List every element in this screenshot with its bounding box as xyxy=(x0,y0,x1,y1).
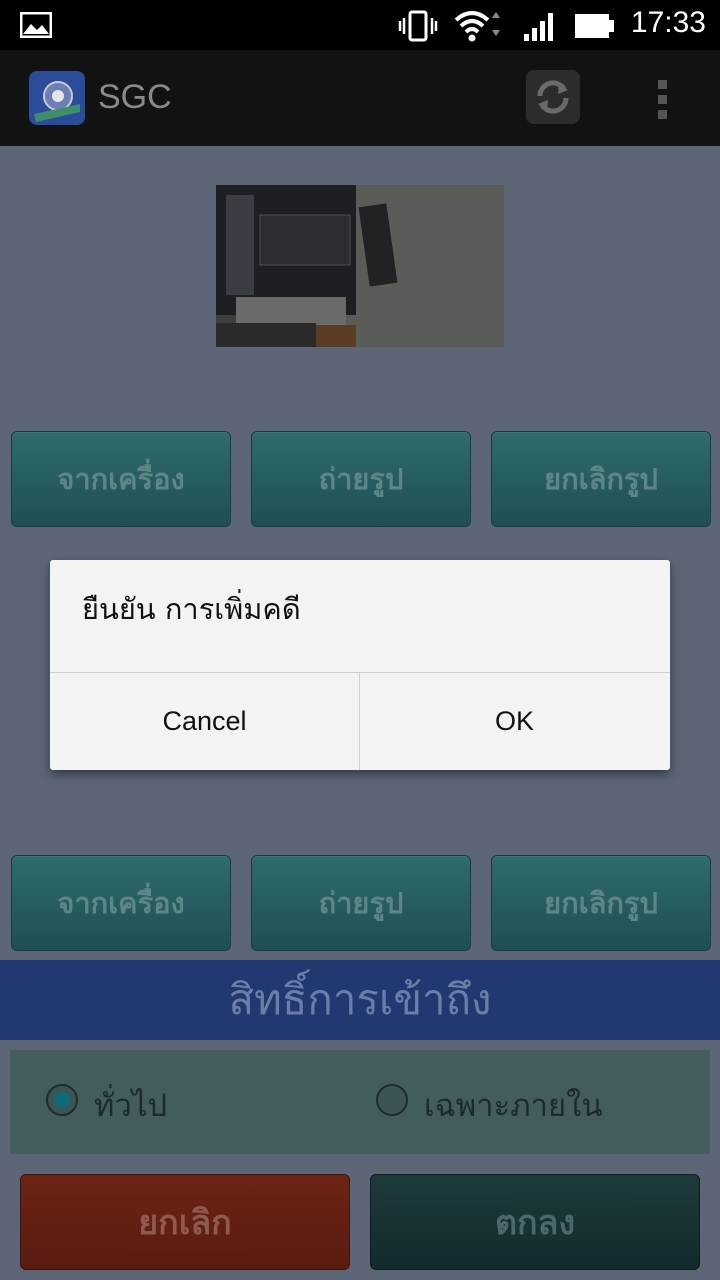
dialog-cancel-button[interactable]: Cancel xyxy=(50,673,359,770)
action-bar: SGC xyxy=(0,50,720,146)
access-radio-group: ทั่วไป เฉพาะภายใน xyxy=(10,1050,710,1154)
take-photo-button[interactable]: ถ่ายรูป xyxy=(251,431,471,527)
refresh-icon xyxy=(537,80,569,114)
radio-selected-dot xyxy=(54,1092,70,1108)
from-device-button[interactable]: จากเครื่อง xyxy=(11,431,231,527)
vibrate-icon xyxy=(398,10,438,42)
wifi-icon xyxy=(454,11,500,42)
radio-general-label[interactable]: ทั่วไป xyxy=(94,1080,167,1130)
app-title: SGC xyxy=(98,78,172,116)
app-logo-icon xyxy=(29,71,85,125)
from-device-button-2[interactable]: จากเครื่อง xyxy=(11,855,231,951)
status-bar: 17:33 xyxy=(0,0,720,50)
radio-internal[interactable] xyxy=(376,1084,408,1116)
take-photo-button-2[interactable]: ถ่ายรูป xyxy=(251,855,471,951)
signal-icon xyxy=(524,13,553,41)
refresh-button[interactable] xyxy=(526,70,580,124)
battery-icon xyxy=(575,14,614,38)
cancel-photo-button-2[interactable]: ยกเลิกรูป xyxy=(491,855,711,951)
radio-general[interactable] xyxy=(46,1084,78,1116)
cancel-button[interactable]: ยกเลิก xyxy=(20,1174,350,1270)
dialog-ok-button[interactable]: OK xyxy=(360,673,669,770)
radio-internal-label[interactable]: เฉพาะภายใน xyxy=(424,1080,603,1130)
photo-buttons-top: จากเครื่อง ถ่ายรูป ยกเลิกรูป xyxy=(0,431,720,527)
cancel-photo-button[interactable]: ยกเลิกรูป xyxy=(491,431,711,527)
overflow-menu-icon[interactable] xyxy=(650,78,676,122)
status-time: 17:33 xyxy=(630,6,706,39)
case-photo xyxy=(216,185,504,347)
confirm-dialog: ยืนยัน การเพิ่มคดี Cancel OK xyxy=(50,560,670,770)
confirm-button[interactable]: ตกลง xyxy=(370,1174,700,1270)
dialog-message: ยืนยัน การเพิ่มคดี xyxy=(82,592,301,626)
access-header: สิทธิ์การเข้าถึง xyxy=(0,960,720,1040)
photo-buttons-bottom: จากเครื่อง ถ่ายรูป ยกเลิกรูป xyxy=(0,855,720,951)
gallery-notification-icon xyxy=(20,12,52,38)
photo-image xyxy=(216,185,504,347)
